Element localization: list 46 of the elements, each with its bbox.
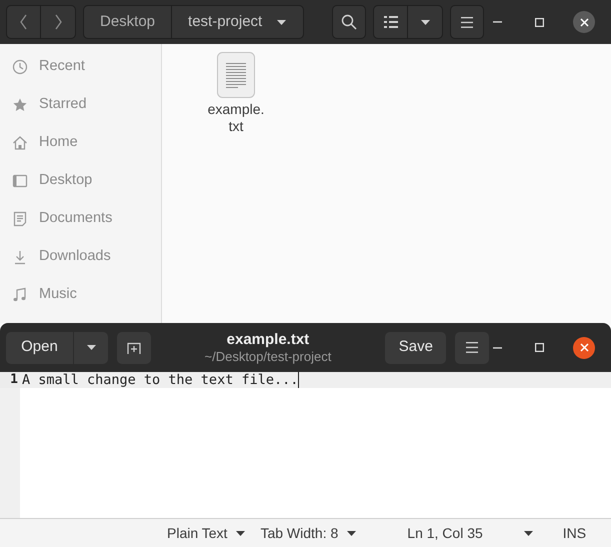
music-note-icon: [12, 287, 28, 303]
menu-icon: [466, 342, 478, 353]
line-number: 1: [0, 372, 20, 388]
minimize-icon: [492, 346, 502, 348]
document-icon: [12, 211, 28, 227]
path-segment[interactable]: test-project: [172, 6, 304, 38]
menu-icon: [461, 16, 474, 28]
download-icon: [12, 249, 28, 265]
tab-width-dropdown[interactable]: Tab Width: 8: [260, 522, 358, 544]
text-file-icon: [217, 52, 255, 98]
chevron-right-icon: [54, 14, 62, 30]
caret-down-icon: [420, 18, 431, 26]
menu-button[interactable]: [455, 332, 489, 364]
list-icon: [384, 16, 398, 28]
text-line: A small change to the text file...: [21, 372, 298, 388]
maximize-icon: [534, 343, 544, 352]
caret-down-icon: [86, 344, 96, 351]
new-tab-icon: [126, 342, 141, 354]
file-item[interactable]: example. txt: [198, 52, 274, 323]
clock-icon: [12, 59, 28, 75]
search-icon: [341, 14, 358, 30]
home-icon: [12, 135, 28, 151]
save-button[interactable]: Save: [385, 332, 446, 364]
path-segment[interactable]: Desktop: [84, 6, 172, 38]
desktop-icon: [12, 173, 28, 189]
search-button[interactable]: [332, 5, 366, 39]
caret-down-icon: [235, 530, 246, 536]
caret-down-icon: [522, 530, 534, 536]
insert-mode-indicator: INS: [562, 524, 586, 542]
close-icon: [580, 343, 588, 352]
close-button[interactable]: [573, 11, 595, 33]
star-icon: [12, 97, 28, 113]
close-button[interactable]: [573, 336, 595, 358]
window-subtitle: ~/Desktop/test-project: [204, 348, 332, 364]
caret-down-icon: [276, 18, 288, 26]
menu-button[interactable]: [450, 5, 484, 39]
window-title: example.txt: [226, 330, 310, 348]
caret-down-icon: [346, 530, 358, 536]
minimize-icon: [492, 21, 502, 23]
close-icon: [580, 18, 588, 26]
language-dropdown[interactable]: Plain Text: [167, 522, 246, 544]
maximize-icon: [534, 18, 544, 26]
chevron-left-icon: [20, 14, 28, 30]
position-dropdown[interactable]: Ln 1, Col 35: [407, 522, 534, 544]
new-tab-button[interactable]: [117, 332, 151, 364]
text-editor[interactable]: 1 A small change to the text file...: [0, 372, 611, 518]
